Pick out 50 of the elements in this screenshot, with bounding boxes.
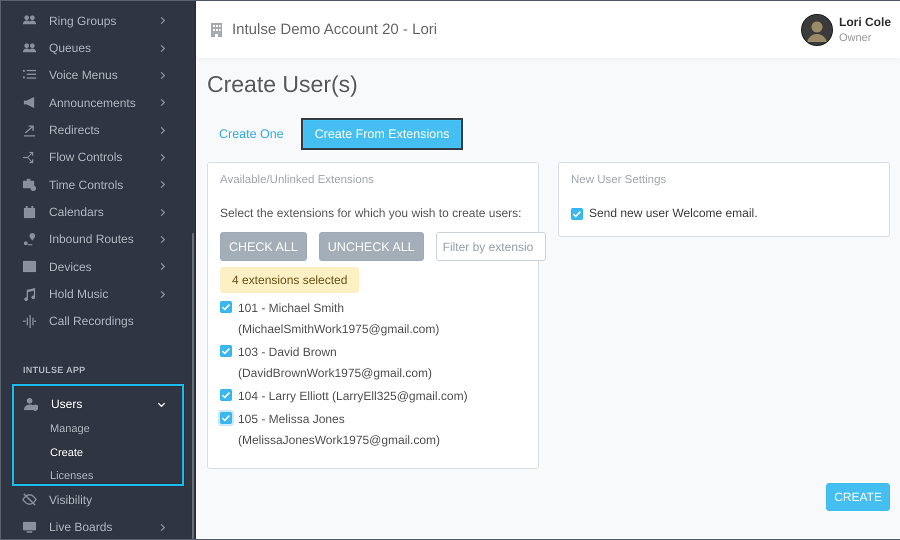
sidebar-item[interactable]: Announcements	[1, 89, 196, 116]
scrollbar[interactable]	[192, 233, 194, 539]
location-pin-icon	[22, 232, 37, 247]
checkbox[interactable]	[571, 208, 583, 220]
monitor-icon	[22, 520, 37, 535]
sidebar-item[interactable]: Time Controls	[1, 171, 196, 198]
account-name: Intulse Demo Account 20 - Lori	[232, 21, 438, 38]
sidebar-item[interactable]: Live Boards	[1, 513, 196, 539]
user-role: Owner	[838, 32, 872, 44]
instruction-text: Select the extensions for which you wish to create users:	[220, 206, 522, 220]
selection-count: 4 extensions selected	[220, 267, 360, 293]
card-title: Available/Unlinked Extensions	[220, 174, 375, 188]
music-note-icon	[22, 286, 37, 302]
page-title: Create User(s)	[207, 71, 359, 99]
filter-field[interactable]: Filter by extensio	[436, 232, 546, 261]
sidebar-item[interactable]: Flow Controls	[1, 144, 196, 172]
checkbox[interactable]	[220, 345, 232, 357]
building-icon	[211, 22, 222, 36]
sidebar-item[interactable]: Hold Music	[1, 280, 196, 308]
card-title: New User Settings	[571, 174, 668, 188]
waveform-icon	[22, 314, 37, 329]
checkbox[interactable]	[220, 389, 232, 401]
user-name: Lori Cole	[838, 15, 891, 29]
sidebar-item[interactable]: Redirects	[1, 116, 196, 144]
extension-label: 103 - David Brown (DavidBrownWork1975@gmail.com)	[238, 344, 434, 382]
extension-label: 105 - Melissa Jones (MelissaJonesWork1975@gmail.com)	[238, 411, 442, 449]
megaphone-icon	[22, 95, 37, 110]
calendar-icon	[22, 204, 37, 220]
briefcase-clock-icon	[22, 177, 37, 192]
sidebar-item[interactable]: Visibility	[1, 486, 196, 514]
sidebar-item[interactable]: Voice Menus	[1, 62, 196, 90]
avatar[interactable]	[800, 14, 833, 46]
extension-label: 101 - Michael Smith (MichaelSmithWork1975@gmail.com)	[238, 300, 440, 338]
submenu-item[interactable]: Create	[14, 442, 84, 465]
sidebar-item[interactable]: Calendars	[1, 198, 196, 226]
trend-arrow-icon	[22, 122, 37, 138]
sidebar-item[interactable]: Ring Groups	[1, 7, 196, 34]
sidebar-item[interactable]: Call Recordings	[1, 308, 196, 336]
sidebar-item[interactable]: Queues	[1, 34, 196, 62]
checkbox[interactable]	[220, 301, 232, 313]
sidebar-item[interactable]: Inbound Routes	[1, 226, 196, 254]
user-shield-icon	[24, 396, 39, 412]
sidebar-item[interactable]: Devices	[1, 253, 196, 280]
section-heading: INTULSE APP	[23, 365, 86, 378]
submenu-item[interactable]: Licenses	[14, 464, 94, 488]
submenu-item[interactable]: Manage	[14, 418, 90, 442]
sidebar-item[interactable]: Users	[14, 390, 182, 418]
option-label: Send new user Welcome email.	[589, 206, 758, 220]
eye-slash-icon	[22, 492, 37, 508]
extension-label: 104 - Larry Elliott (LarryEll325@gmail.com)	[238, 388, 469, 405]
